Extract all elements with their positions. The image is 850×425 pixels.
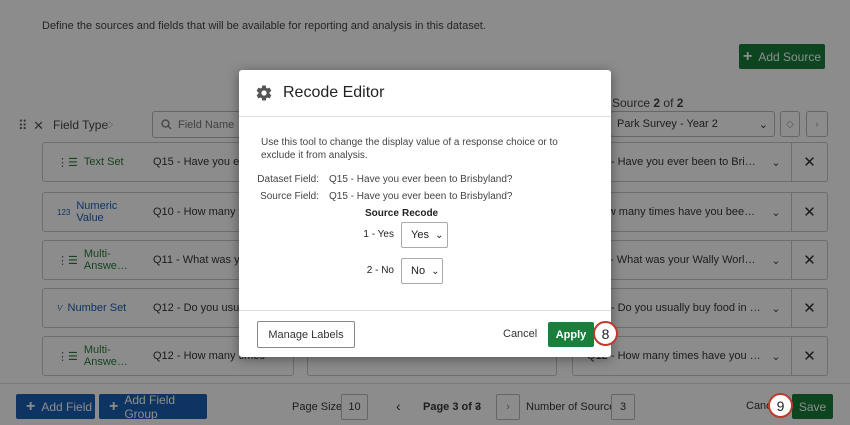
dataset-field-label: Dataset Field: [257,174,319,185]
recode-column-header: Recode [402,208,439,219]
recode-source-value: 2 - No [366,265,394,276]
apply-button[interactable]: Apply [548,322,594,347]
modal-intro: Use this tool to change the display valu… [261,137,558,161]
modal-title: Recode Editor [283,84,385,101]
cancel-button[interactable]: Cancel [503,328,537,340]
source-column-header: Source [365,208,399,219]
step-badge: 9 [768,393,793,418]
modal-header: Recode Editor [239,70,611,117]
modal-footer: Manage Labels Cancel Apply [239,310,611,357]
recode-editor-dialog: Recode Editor Use this tool to change th… [239,70,611,357]
source-field-value: Q15 - Have you ever been to Brisbyland? [329,191,513,202]
recode-source-value: 1 - Yes [363,229,394,240]
gear-icon [256,85,272,101]
recode-select[interactable]: No ⌄ [401,258,443,284]
step-badge: 8 [593,321,618,346]
dataset-field-value: Q15 - Have you ever been to Brisbyland? [329,174,513,185]
chevron-down-icon: ⌄ [431,265,440,277]
manage-labels-button[interactable]: Manage Labels [257,321,355,348]
recode-select[interactable]: Yes ⌄ [401,222,448,248]
source-field-label: Source Field: [260,191,319,202]
chevron-down-icon: ⌄ [434,229,444,241]
